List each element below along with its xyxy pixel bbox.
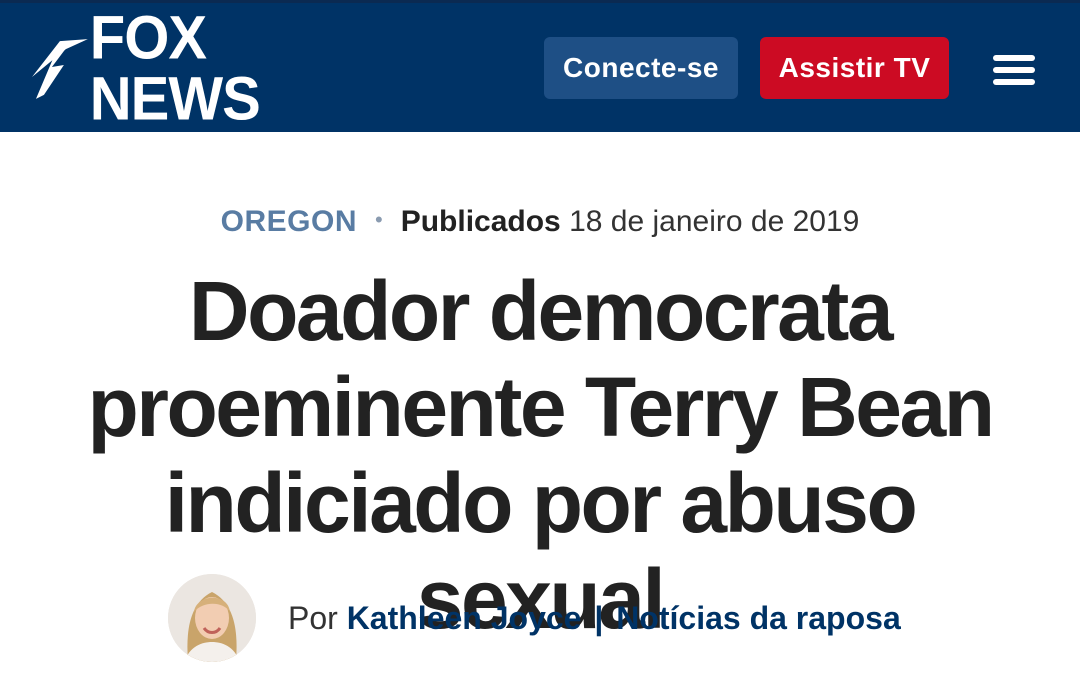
- category-link[interactable]: OREGON: [221, 205, 357, 238]
- logo-wordmark: FOX NEWS: [89, 3, 261, 134]
- byline-text: Por Kathleen Joyce | Notícias da raposa: [288, 600, 901, 637]
- fox-news-logo[interactable]: FOX NEWS: [30, 8, 390, 129]
- top-navigation-bar: FOX NEWS Conecte-se Assistir TV: [0, 0, 1080, 132]
- login-button[interactable]: Conecte-se: [544, 37, 738, 99]
- author-link[interactable]: Kathleen Joyce: [347, 600, 582, 636]
- fox-searchlight-logo-icon: [31, 39, 88, 99]
- byline-separator: |: [594, 599, 604, 636]
- published-date: 18 de janeiro de 2019: [569, 205, 860, 238]
- hamburger-menu-icon[interactable]: [990, 51, 1038, 89]
- author-avatar[interactable]: [168, 574, 256, 662]
- menu-line: [993, 55, 1035, 61]
- article-meta: OREGON • Publicados 18 de janeiro de 2019: [0, 200, 1080, 242]
- menu-line: [993, 67, 1035, 73]
- watch-tv-button[interactable]: Assistir TV: [760, 37, 949, 99]
- source-link[interactable]: Notícias da raposa: [616, 600, 901, 636]
- meta-separator: •: [375, 207, 383, 232]
- published-label: Publicados: [400, 205, 561, 238]
- byline-prefix: Por: [288, 599, 338, 636]
- author-photo-icon: [168, 574, 256, 662]
- author-byline: Por Kathleen Joyce | Notícias da raposa: [168, 573, 968, 663]
- menu-line: [993, 79, 1035, 85]
